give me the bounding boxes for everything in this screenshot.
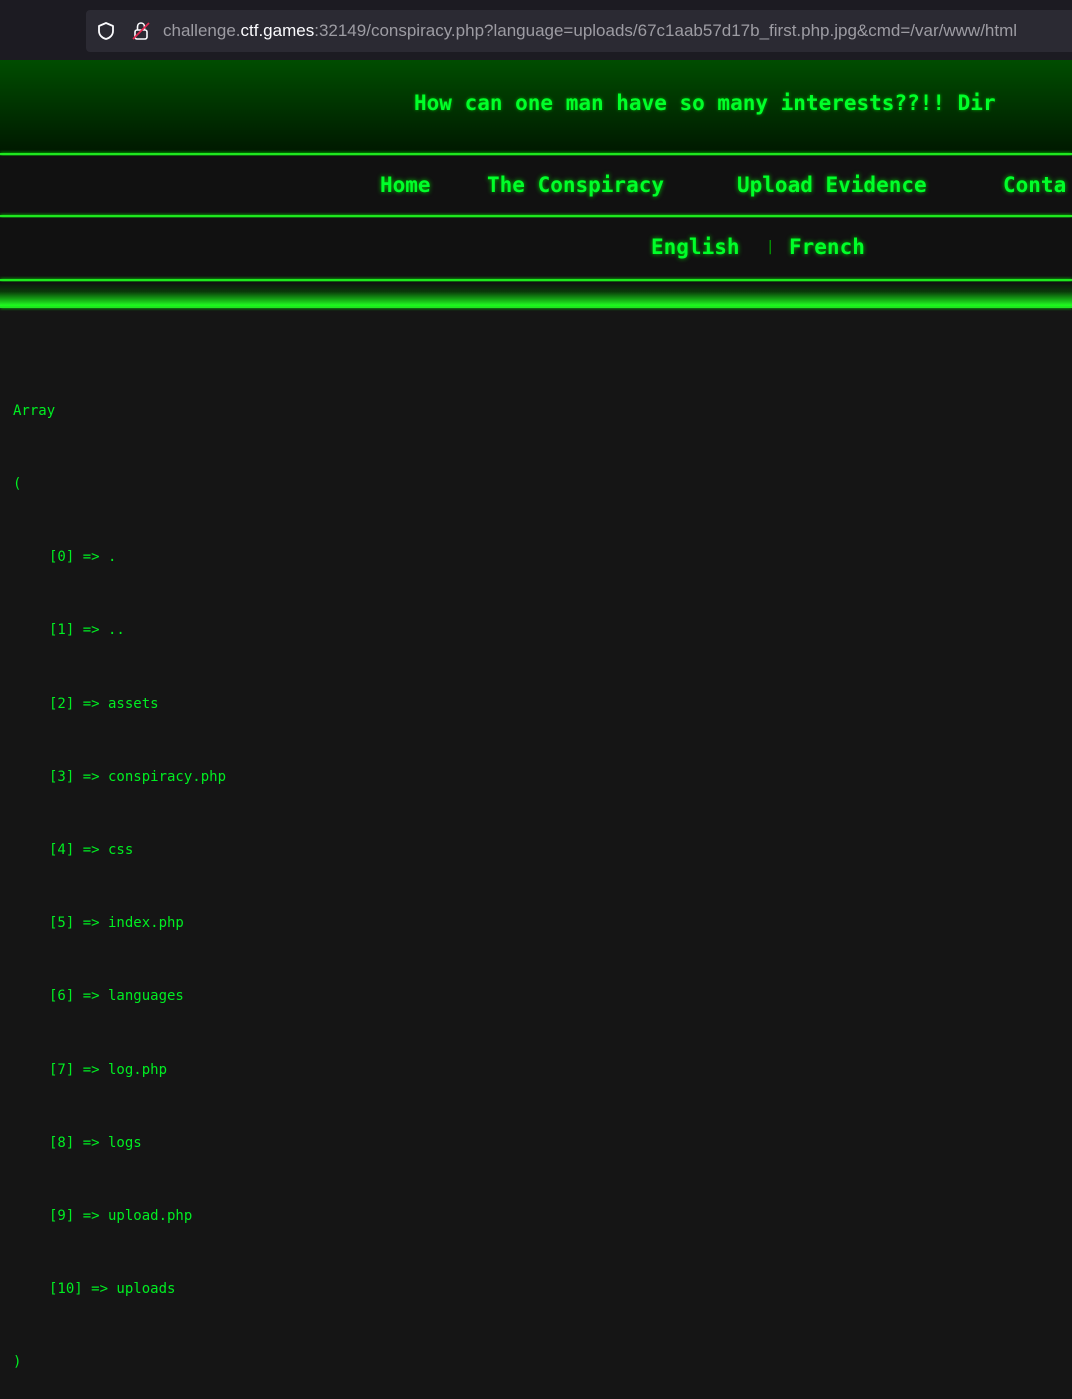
url-text[interactable]: challenge.ctf.games:32149/conspiracy.php…: [163, 21, 1017, 41]
divider: [0, 279, 1072, 281]
language-french[interactable]: French: [789, 235, 865, 259]
list-item: [10] => uploads: [49, 1281, 176, 1298]
main-nav: Home The Conspiracy Upload Evidence Cont…: [0, 156, 1072, 215]
divider: [0, 153, 1072, 155]
header-marquee: How can one man have so many interests??…: [414, 91, 996, 115]
list-item: [1] => ..: [49, 622, 125, 639]
nav-home[interactable]: Home: [380, 173, 431, 197]
divider: [0, 215, 1072, 217]
nav-contact[interactable]: Conta: [1003, 173, 1066, 197]
language-separator: |: [766, 239, 775, 255]
language-selector: English | French: [0, 218, 1072, 279]
list-item: [9] => upload.php: [49, 1208, 193, 1225]
url-prefix: challenge.: [163, 21, 241, 40]
array-keyword: Array: [13, 402, 56, 419]
browser-toolbar: challenge.ctf.games:32149/conspiracy.php…: [0, 0, 1072, 60]
list-item: [4] => css: [49, 842, 134, 859]
open-paren: (: [13, 476, 22, 493]
url-rest: :32149/conspiracy.php?language=uploads/6…: [314, 21, 1018, 40]
close-paren: ): [13, 1354, 22, 1371]
nav-upload-evidence[interactable]: Upload Evidence: [737, 173, 927, 197]
address-bar[interactable]: challenge.ctf.games:32149/conspiracy.php…: [86, 10, 1072, 52]
list-item: [2] => assets: [49, 695, 159, 712]
list-item: [7] => log.php: [49, 1061, 168, 1078]
directory-listing-output: Array ( [0] => . [1] => .. [2] => assets…: [13, 350, 226, 1399]
nav-the-conspiracy[interactable]: The Conspiracy: [487, 173, 664, 197]
list-item: [3] => conspiracy.php: [49, 768, 227, 785]
list-item: [5] => index.php: [49, 915, 184, 932]
insecure-lock-icon[interactable]: [130, 20, 152, 42]
glow-band: [0, 282, 1072, 306]
site-header: How can one man have so many interests??…: [0, 60, 1072, 154]
list-item: [0] => .: [49, 549, 117, 566]
divider: [0, 306, 1072, 308]
list-item: [6] => languages: [49, 988, 184, 1005]
url-domain: ctf.games: [240, 21, 315, 40]
shield-icon[interactable]: [96, 21, 116, 41]
list-item: [8] => logs: [49, 1134, 142, 1151]
language-english[interactable]: English: [651, 235, 740, 259]
